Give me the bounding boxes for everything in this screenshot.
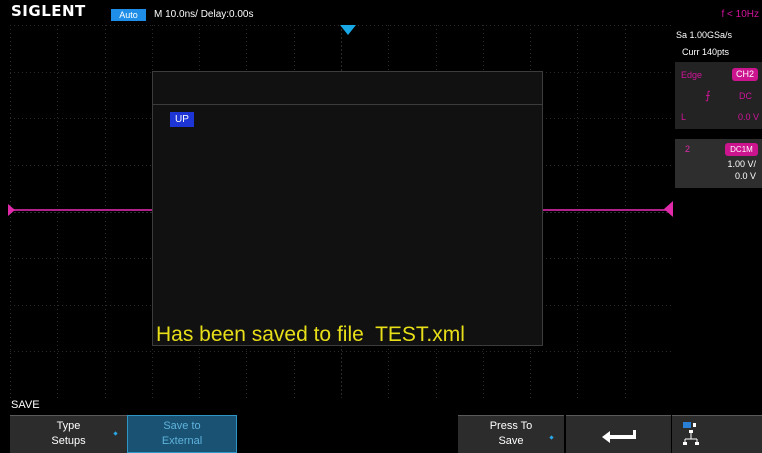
trigger-type-label: Edge: [681, 70, 703, 80]
trigger-level-readout: 0.0 V: [738, 112, 760, 122]
channel-offset-readout: 0.0 V: [734, 171, 756, 181]
up-directory-item[interactable]: UP: [170, 112, 194, 127]
trigger-frequency-readout: f < 10Hz: [721, 9, 759, 20]
trigger-status-badge: Auto: [111, 9, 146, 21]
press-to-save-softkey[interactable]: Press To Save: [458, 415, 564, 453]
rising-edge-icon: ⨍: [705, 90, 711, 102]
softkey-label: Save to External: [161, 420, 203, 447]
channel-scale-readout: 1.00 V/: [727, 159, 756, 169]
type-setups-softkey[interactable]: Type Setups: [10, 415, 127, 453]
trigger-info-panel[interactable]: Edge CH2 ⨍ DC L 0.0 V: [675, 62, 762, 129]
network-status-softkey[interactable]: [672, 415, 762, 453]
trigger-coupling-label: DC: [739, 91, 752, 101]
save-to-external-softkey[interactable]: Save to External: [127, 415, 237, 453]
save-confirmation-message: Has been saved to file TEST.xml: [156, 323, 465, 346]
softkey-label: Type Setups: [51, 420, 86, 447]
trigger-level-marker[interactable]: [664, 201, 673, 217]
sample-rate-readout: Sa 1.00GSa/s: [676, 30, 733, 40]
return-softkey[interactable]: [566, 415, 671, 453]
status-bar: SIGLENT Auto M 10.0ns/ Delay:0.00s f < 1…: [0, 0, 762, 22]
menu-title: SAVE: [11, 399, 40, 411]
file-browser-dialog: UP: [152, 71, 543, 346]
trigger-source-badge: CH2: [732, 68, 758, 81]
empty-softkey: [237, 415, 458, 453]
memory-depth-readout: Curr 140pts: [682, 47, 730, 57]
softkey-label: Press To Save: [489, 420, 533, 447]
return-arrow-icon: [602, 430, 636, 443]
trigger-mode-label: L: [681, 112, 687, 122]
channel-2-offset-marker[interactable]: [8, 204, 15, 216]
channel-2-info-panel[interactable]: 2 DC1M 1.00 V/ 0.0 V: [675, 139, 762, 188]
timebase-readout: M 10.0ns/ Delay:0.00s: [154, 9, 254, 20]
brand-logo: SIGLENT: [11, 2, 86, 20]
channel-coupling-badge: DC1M: [725, 143, 758, 156]
network-icon: [683, 422, 699, 445]
channel-number-label: 2: [685, 144, 691, 154]
dialog-header: [153, 72, 542, 105]
trigger-position-marker[interactable]: [340, 25, 356, 35]
